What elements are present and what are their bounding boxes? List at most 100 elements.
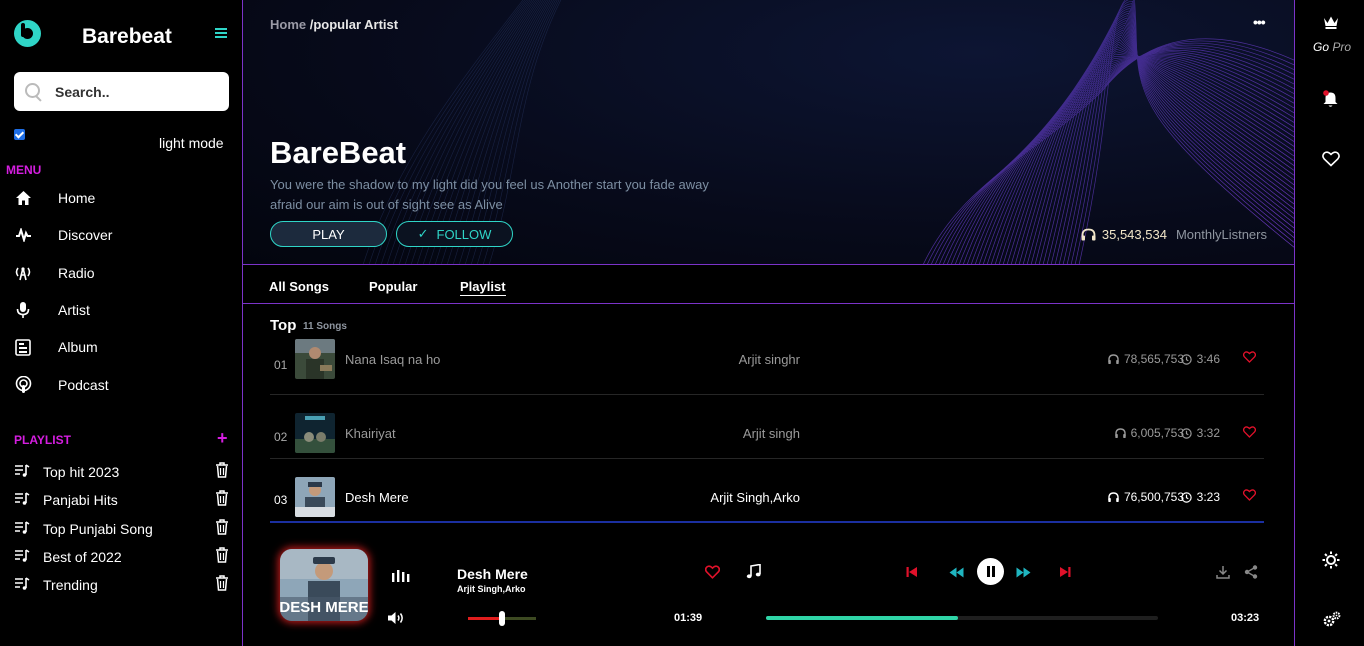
more-options-icon[interactable]: ••• — [1253, 14, 1266, 30]
song-duration: 3:23 — [1180, 490, 1220, 504]
equalizer-icon[interactable] — [392, 570, 410, 582]
heart-icon[interactable] — [1243, 489, 1256, 501]
headphones-icon — [1081, 228, 1096, 241]
song-duration-value: 3:46 — [1196, 352, 1220, 366]
theme-sun-icon[interactable] — [1322, 551, 1340, 569]
sidebar: Barebeat light mode MENU Home Discover — [0, 0, 243, 646]
menu-title: MENU — [6, 163, 42, 177]
volume-knob[interactable] — [499, 611, 505, 626]
check-icon: ✓ — [417, 226, 429, 241]
sidebar-item-home[interactable]: Home — [14, 187, 95, 209]
sidebar-item-label: Discover — [58, 227, 113, 243]
clock-icon — [1180, 491, 1192, 503]
song-row[interactable]: 01 Nana Isaq na ho Arjit singhr 78,565,7… — [270, 331, 1264, 395]
sidebar-item-label: Home — [58, 190, 96, 206]
heart-icon[interactable] — [1243, 426, 1256, 438]
favorites-heart-icon[interactable] — [1322, 151, 1340, 167]
search-input[interactable] — [55, 83, 205, 100]
go-pro-pro: Pro — [1332, 40, 1352, 54]
song-plays: 6,005,753 — [1114, 426, 1184, 440]
song-row-active[interactable]: 03 Desh Mere Arjit Singh,Arko 76,500,753… — [270, 459, 1264, 523]
search-icon[interactable] — [24, 82, 44, 102]
progress-fill — [766, 616, 959, 620]
progress-bar[interactable] — [766, 616, 1158, 620]
playlist-icon — [14, 577, 30, 594]
light-mode-checkbox[interactable] — [14, 129, 25, 140]
song-artist: Arjit singhr — [738, 352, 800, 367]
trash-icon[interactable] — [215, 575, 229, 591]
playlist-label: Top Punjabi Song — [43, 521, 153, 537]
cover-title-text: DESH MERE — [280, 599, 368, 616]
trash-icon[interactable] — [215, 547, 229, 563]
play-button[interactable]: PLAY — [270, 221, 387, 247]
rewind-icon[interactable] — [949, 567, 964, 578]
app-root: Barebeat light mode MENU Home Discover — [0, 0, 1364, 646]
add-playlist-icon[interactable]: + — [217, 429, 228, 447]
sidebar-item-discover[interactable]: Discover — [14, 224, 112, 246]
playlist-icon — [14, 492, 30, 509]
playlist-item[interactable]: Panjabi Hits — [14, 490, 229, 510]
skip-next-icon[interactable] — [1059, 566, 1071, 578]
now-playing-artist: Arjit Singh,Arko — [457, 584, 526, 594]
volume-icon[interactable] — [387, 611, 405, 625]
song-title: Desh Mere — [345, 490, 409, 505]
song-plays-count: 76,500,753 — [1123, 490, 1184, 504]
song-artist: Arjit Singh,Arko — [710, 490, 800, 505]
sidebar-item-artist[interactable]: Artist — [14, 299, 90, 321]
pause-button[interactable] — [977, 558, 1004, 585]
sidebar-item-label: Album — [58, 339, 98, 355]
hamburger-menu-icon[interactable] — [215, 28, 227, 39]
logo-icon — [14, 20, 41, 47]
trash-icon[interactable] — [215, 519, 229, 535]
sidebar-item-podcast[interactable]: Podcast — [14, 374, 109, 396]
tab-all-songs[interactable]: All Songs — [269, 279, 329, 294]
crown-icon[interactable] — [1323, 15, 1339, 29]
sidebar-item-radio[interactable]: Radio — [14, 262, 95, 284]
playlist-item[interactable]: Trending — [14, 575, 229, 595]
song-plays-count: 6,005,753 — [1130, 426, 1184, 440]
trash-icon[interactable] — [215, 462, 229, 478]
heart-icon[interactable] — [1243, 351, 1256, 363]
main-content: Home /popular Artist ••• BareBeat You we… — [243, 0, 1294, 646]
album-icon — [14, 338, 32, 356]
download-icon[interactable] — [1216, 565, 1230, 579]
heart-icon[interactable] — [705, 565, 720, 579]
settings-gears-icon[interactable] — [1322, 611, 1341, 628]
song-thumbnail — [295, 477, 335, 517]
sidebar-item-album[interactable]: Album — [14, 336, 98, 358]
trash-icon[interactable] — [215, 490, 229, 506]
volume-slider[interactable] — [468, 611, 536, 626]
follow-button-label: FOLLOW — [436, 226, 492, 242]
breadcrumb-home-link[interactable]: Home — [270, 17, 306, 32]
playlist-icon — [14, 549, 30, 566]
song-title: Khairiyat — [345, 426, 396, 441]
clock-icon — [1180, 427, 1192, 439]
playlist-label: Best of 2022 — [43, 549, 122, 565]
music-note-icon[interactable] — [746, 564, 761, 579]
brand[interactable]: Barebeat — [14, 20, 172, 48]
current-time: 01:39 — [674, 612, 703, 624]
sidebar-item-label: Radio — [58, 265, 95, 281]
tab-playlist[interactable]: Playlist — [460, 279, 506, 296]
skip-previous-icon[interactable] — [906, 566, 918, 578]
podcast-icon — [14, 376, 32, 394]
radio-icon — [14, 264, 32, 282]
playlist-item[interactable]: Best of 2022 — [14, 547, 229, 567]
song-number: 02 — [274, 430, 288, 444]
share-icon[interactable] — [1244, 565, 1258, 579]
artist-description: You were the shadow to my light did you … — [270, 177, 709, 212]
follow-button[interactable]: ✓ FOLLOW — [396, 221, 513, 247]
song-number: 03 — [274, 493, 288, 507]
notification-bell-icon[interactable] — [1322, 90, 1339, 108]
tab-popular[interactable]: Popular — [369, 279, 417, 294]
volume-fill — [468, 617, 502, 620]
playlist-item[interactable]: Top Punjabi Song — [14, 519, 229, 539]
playlist-item[interactable]: Top hit 2023 — [14, 462, 229, 482]
song-row[interactable]: 02 Khairiyat Arjit singh 6,005,753 3:32 — [270, 395, 1264, 459]
light-mode-label: light mode — [159, 135, 224, 151]
mic-icon — [14, 301, 32, 319]
go-pro-link[interactable]: Go Pro — [1313, 40, 1351, 54]
fast-forward-icon[interactable] — [1016, 567, 1031, 578]
song-thumbnail — [295, 339, 335, 379]
playlist-icon — [14, 521, 30, 538]
